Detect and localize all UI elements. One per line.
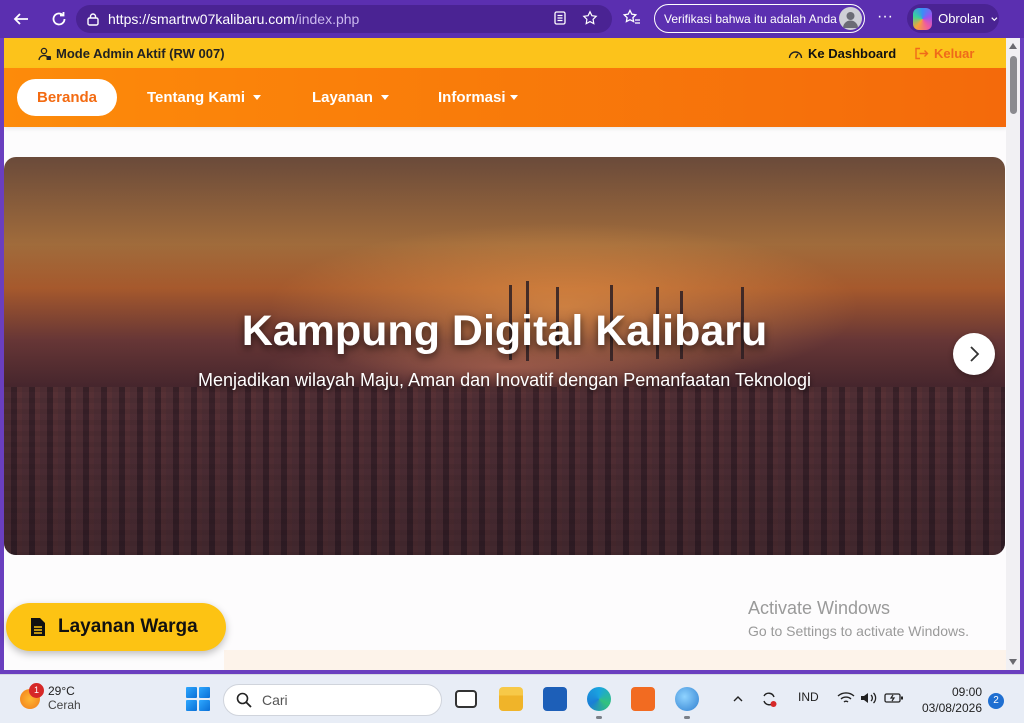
scroll-down-icon[interactable] (1009, 659, 1017, 665)
lock-icon (87, 13, 99, 26)
watermark-line2: Go to Settings to activate Windows. (748, 623, 969, 639)
edge-running-indicator (596, 716, 602, 719)
task-view-icon[interactable] (455, 690, 477, 708)
nav-item-label: Tentang Kami (147, 89, 246, 106)
activate-windows-watermark: Activate Windows Go to Settings to activ… (748, 598, 969, 639)
url-host: https://smartrw07kalibaru.com (108, 11, 295, 27)
chevron-down-icon (991, 16, 998, 21)
nav-item-informasi[interactable]: Informasi (438, 79, 518, 116)
verify-text: Verifikasi bahwa itu adalah Anda (664, 11, 837, 26)
profile-verify-button[interactable]: Verifikasi bahwa itu adalah Anda (654, 4, 865, 33)
more-menu-icon[interactable]: ··· (877, 8, 893, 26)
system-clock[interactable]: 09:00 03/08/2026 (916, 684, 982, 716)
hero-carousel: Kampung Digital Kalibaru Menjadikan wila… (4, 157, 1005, 555)
page-viewport: Mode Admin Aktif (RW 007) Ke Dashboard K… (4, 38, 1006, 670)
nav-item-beranda[interactable]: Beranda (17, 79, 118, 116)
weather-temp: 29°C (48, 684, 75, 698)
refresh-button[interactable] (44, 4, 74, 34)
layanan-warga-label: Layanan Warga (58, 616, 198, 637)
caret-down-icon (509, 95, 518, 100)
caret-down-icon (380, 95, 389, 100)
microsoft-store-icon[interactable] (543, 687, 567, 711)
page-scrollbar[interactable] (1006, 38, 1020, 670)
search-placeholder: Cari (262, 692, 288, 708)
hero-subtitle: Menjadikan wilayah Maju, Aman dan Inovat… (197, 370, 812, 390)
user-lock-icon (38, 47, 51, 60)
url-path: /index.php (294, 11, 360, 27)
admin-mode-text: Mode Admin Aktif (RW 007) (56, 46, 225, 61)
dashboard-link[interactable]: Ke Dashboard (788, 46, 896, 61)
paint-icon[interactable] (675, 687, 699, 711)
document-icon (31, 618, 45, 636)
language-indicator[interactable]: IND (798, 690, 819, 704)
copilot-label: Obrolan (938, 11, 985, 26)
weather-desc: Cerah (48, 698, 81, 712)
carousel-next-button[interactable] (953, 333, 995, 375)
nav-item-label: Layanan (312, 89, 373, 106)
refresh-icon (52, 12, 66, 26)
hero-title: Kampung Digital Kalibaru (241, 307, 768, 355)
admin-bar: Mode Admin Aktif (RW 007) Ke Dashboard K… (4, 38, 1006, 68)
back-arrow-icon (13, 13, 28, 25)
windows-taskbar: 1 29°C Cerah Cari IND 09:00 03/08/2026 2 (0, 674, 1024, 723)
nav-item-layanan[interactable]: Layanan (312, 79, 389, 116)
admin-mode-indicator: Mode Admin Aktif (RW 007) (38, 46, 225, 61)
caret-down-icon (253, 95, 262, 100)
nav-item-label: Beranda (37, 89, 98, 106)
logout-icon (915, 47, 929, 60)
watermark-line1: Activate Windows (748, 598, 891, 618)
user-silhouette-icon (843, 12, 858, 28)
logout-label: Keluar (934, 46, 975, 61)
start-button[interactable] (186, 687, 210, 711)
clock-time: 09:00 (951, 685, 982, 699)
copilot-logo-icon (913, 7, 933, 30)
favorite-star-icon[interactable] (582, 10, 598, 26)
address-bar[interactable]: https://smartrw07kalibaru.com/index.php (76, 5, 612, 33)
avatar (839, 7, 862, 30)
nav-item-tentang-kami[interactable]: Tentang Kami (147, 79, 262, 116)
speedometer-icon (788, 50, 803, 58)
weather-badge: 1 (29, 683, 44, 698)
hero-cityscape (4, 387, 1005, 555)
clock-date: 03/08/2026 (921, 701, 982, 715)
scroll-up-icon[interactable] (1009, 43, 1017, 49)
nav-item-label: Informasi (438, 89, 506, 106)
file-explorer-icon[interactable] (499, 687, 523, 711)
sun-icon: 1 (20, 683, 44, 709)
main-navigation: Beranda Tentang Kami Layanan Informasi (4, 68, 1006, 127)
logout-link[interactable]: Keluar (914, 46, 974, 61)
edge-browser-icon[interactable] (587, 687, 611, 711)
chevron-up-icon[interactable] (732, 694, 744, 704)
battery-icon[interactable] (884, 692, 904, 704)
xampp-icon[interactable] (631, 687, 655, 711)
sync-status-icon[interactable] (760, 690, 778, 708)
weather-widget[interactable]: 1 29°C Cerah (20, 683, 81, 712)
taskbar-search[interactable]: Cari (223, 684, 442, 716)
reader-mode-icon[interactable] (552, 10, 568, 26)
scrollbar-thumb[interactable] (1010, 56, 1017, 114)
content-strip (224, 650, 1006, 670)
search-icon (236, 692, 252, 708)
chevron-right-icon (970, 346, 980, 362)
back-button[interactable] (6, 4, 36, 34)
paint-running-indicator (684, 716, 690, 719)
speaker-icon[interactable] (860, 691, 878, 705)
notification-badge[interactable]: 2 (988, 693, 1004, 709)
dashboard-label: Ke Dashboard (808, 46, 897, 61)
layanan-warga-button[interactable]: Layanan Warga (6, 603, 226, 651)
window-frame (1020, 38, 1024, 670)
wifi-icon[interactable] (837, 691, 855, 705)
copilot-button[interactable]: Obrolan (907, 4, 999, 33)
favorites-list-icon[interactable] (622, 8, 642, 28)
